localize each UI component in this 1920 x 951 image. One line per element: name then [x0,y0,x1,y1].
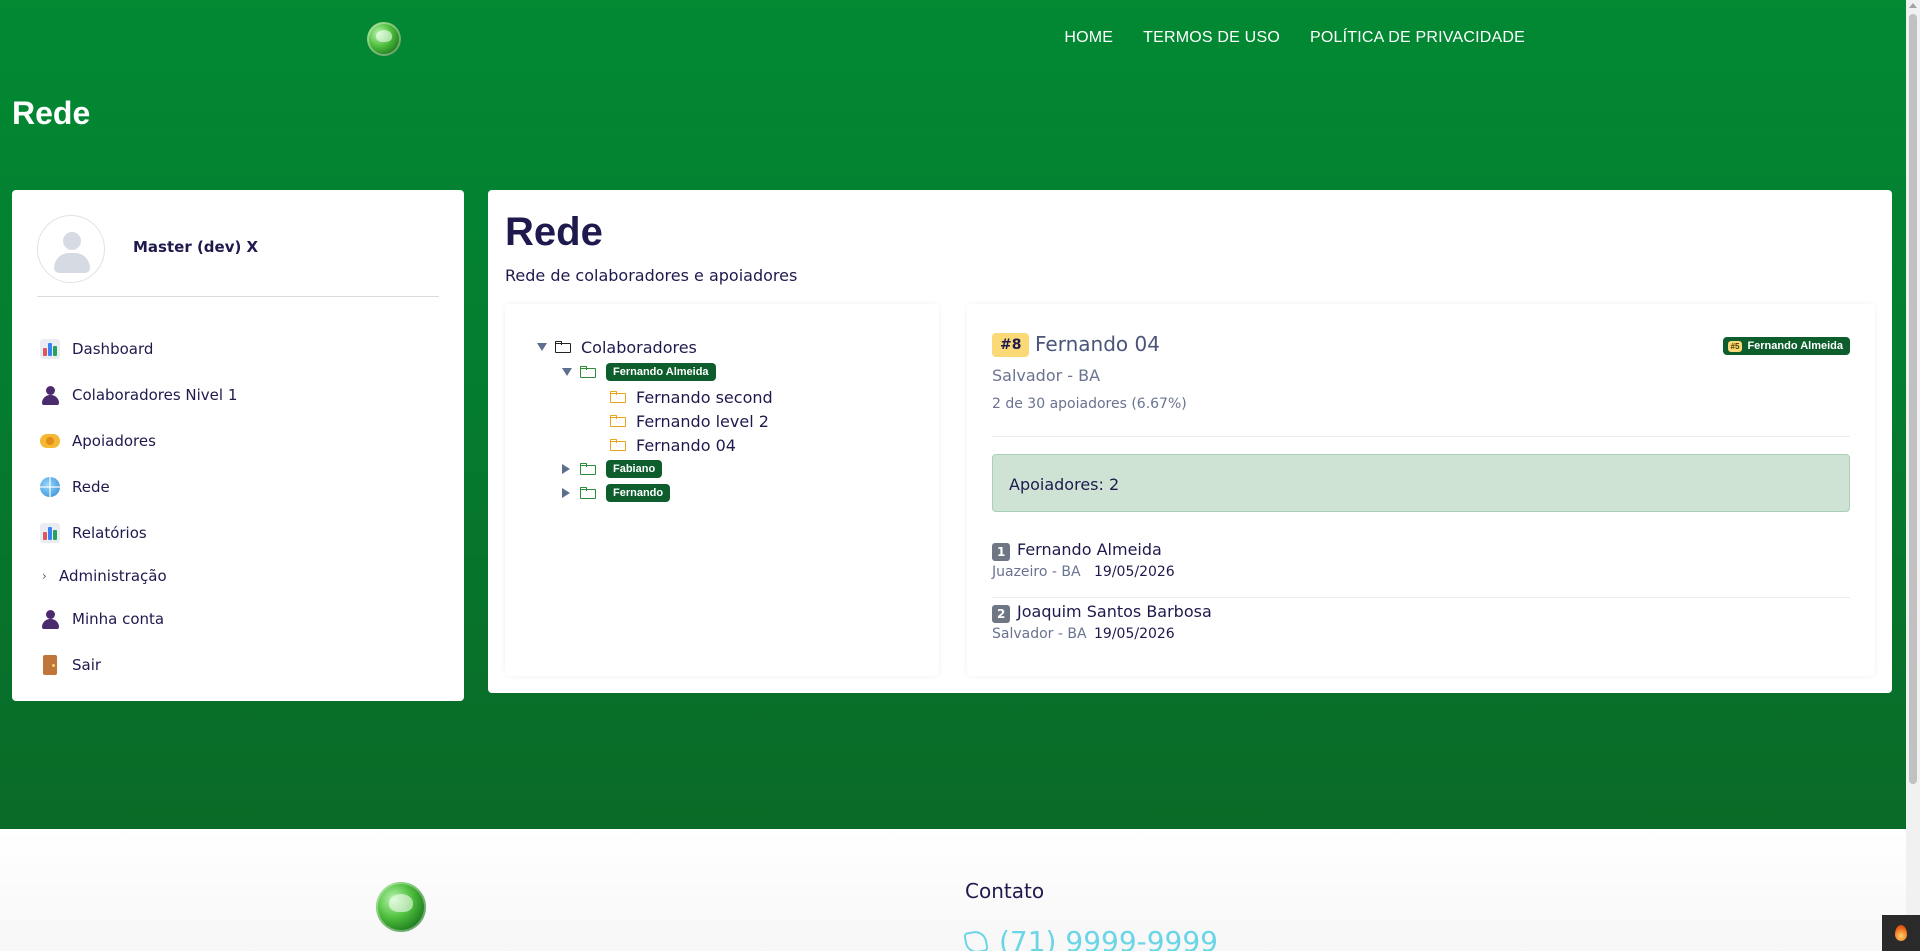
tree-leaf-label: Fernando second [636,387,773,407]
tree-leaf[interactable]: Fernando level 2 [610,410,769,432]
supporters-count-alert: Apoiadores: 2 [992,454,1850,512]
top-nav: HOME TERMOS DE USO POLÍTICA DE PRIVACIDA… [1064,29,1525,47]
user-name: Master (dev) X [133,238,259,256]
parent-rank: #5 [1727,340,1743,352]
person-icon [39,385,60,406]
folder-icon [610,439,626,451]
list-item[interactable]: 2 Joaquim Santos Barbosa Salvador - BA 1… [992,600,1850,660]
expand-toggle-icon[interactable] [562,464,570,474]
sidebar-item-colaboradores[interactable]: Colaboradores Nivel 1 [39,372,439,418]
list-item[interactable]: 1 Fernando Almeida Juazeiro - BA 19/05/2… [992,538,1850,598]
tree-leaf-label: Fernando 04 [636,435,736,455]
page-scrollbar[interactable] [1906,0,1920,951]
nav-terms-link[interactable]: TERMOS DE USO [1143,29,1280,47]
tree-node[interactable]: Fabiano [562,458,663,480]
phone-icon [963,928,989,951]
folder-icon [610,415,626,427]
network-tree: Colaboradores Fernando Almeida Fernando … [505,304,939,676]
parent-badge[interactable]: #5 Fernando Almeida [1722,337,1850,355]
sidebar-item-label: Colaboradores Nivel 1 [72,386,238,404]
supporter-number: 2 [992,605,1011,623]
supporter-date: 19/05/2026 [1094,564,1175,580]
sidebar-item-apoiadores[interactable]: Apoiadores [39,418,439,464]
tree-root-label: Colaboradores [581,337,697,357]
footer-phone-link[interactable]: (71) 9999-9999 [963,925,1218,951]
sidebar-item-label: Sair [72,656,102,674]
nav-home-link[interactable]: HOME [1064,29,1113,47]
tree-root[interactable]: Colaboradores [537,336,697,358]
sidebar-item-sair[interactable]: Sair [39,642,439,688]
brand-logo-icon[interactable] [367,22,401,56]
handshake-icon [39,431,60,452]
footer: Contato (71) 9999-9999 [0,829,1906,951]
tree-node-badge[interactable]: Fernando Almeida [606,363,716,381]
folder-open-icon [580,366,596,378]
footer-contact-title: Contato [965,879,1045,903]
folder-icon [580,487,596,499]
sidebar-item-administracao[interactable]: › Administração [39,556,439,596]
avatar-icon [37,215,105,283]
section-subtitle: Rede de colaboradores e apoiadores [505,266,798,285]
sidebar-item-rede[interactable]: Rede [39,464,439,510]
member-name: Fernando 04 [1035,332,1160,356]
flame-widget-icon[interactable] [1882,915,1920,951]
tree-node-badge[interactable]: Fabiano [606,460,663,478]
tree-leaf-label: Fernando level 2 [636,411,769,431]
supporter-name: Joaquim Santos Barbosa [1017,602,1212,621]
user-profile: Master (dev) X [37,215,439,297]
tree-node[interactable]: Fernando [562,482,671,504]
page-title: Rede [12,95,91,131]
member-detail: #8 Fernando 04 #5 Fernando Almeida Salva… [967,304,1875,676]
main-card: Rede Rede de colaboradores e apoiadores … [488,190,1892,693]
folder-open-icon [555,341,571,353]
sidebar-item-dashboard[interactable]: Dashboard [39,326,439,372]
sidebar-menu: Dashboard Colaboradores Nivel 1 Apoiador… [39,326,439,688]
bar-chart-icon [39,523,60,544]
folder-icon [580,463,596,475]
supporter-location: Juazeiro - BA [992,564,1081,580]
section-title: Rede [505,210,603,254]
sidebar-item-label: Dashboard [72,340,154,358]
sidebar: Master (dev) X Dashboard Colaboradores N… [12,190,464,701]
expand-toggle-icon[interactable] [562,368,572,376]
sidebar-item-label: Rede [72,478,110,496]
tree-node-badge[interactable]: Fernando [606,484,671,502]
nav-privacy-link[interactable]: POLÍTICA DE PRIVACIDADE [1310,29,1525,47]
rank-badge: #8 [992,333,1030,357]
folder-icon [610,391,626,403]
tree-leaf[interactable]: Fernando second [610,386,773,408]
supporter-location: Salvador - BA [992,626,1087,642]
tree-node[interactable]: Fernando Almeida [562,361,716,383]
footer-logo-icon [376,882,426,932]
scrollbar-thumb[interactable] [1909,14,1917,784]
member-location: Salvador - BA [992,366,1101,385]
chevron-right-icon: › [42,569,47,583]
flame-icon [1895,925,1907,941]
member-stats: 2 de 30 apoiadores (6.67%) [992,396,1187,412]
sidebar-item-label: Relatórios [72,524,147,542]
supporter-number: 1 [992,543,1011,561]
divider [992,436,1850,437]
sidebar-item-label: Apoiadores [72,432,156,450]
expand-toggle-icon[interactable] [537,343,547,351]
sidebar-item-minha-conta[interactable]: Minha conta [39,596,439,642]
tree-leaf[interactable]: Fernando 04 [610,434,736,456]
door-icon [39,655,60,676]
supporter-date: 19/05/2026 [1094,626,1175,642]
scroll-up-icon[interactable] [1909,3,1917,8]
phone-number: (71) 9999-9999 [999,925,1218,951]
globe-icon [39,477,60,498]
sidebar-item-label: Administração [59,567,167,585]
sidebar-item-relatorios[interactable]: Relatórios [39,510,439,556]
person-icon [39,609,60,630]
parent-name: Fernando Almeida [1747,340,1843,352]
sidebar-item-label: Minha conta [72,610,165,628]
bar-chart-icon [39,339,60,360]
expand-toggle-icon[interactable] [562,488,570,498]
supporter-name: Fernando Almeida [1017,540,1162,559]
